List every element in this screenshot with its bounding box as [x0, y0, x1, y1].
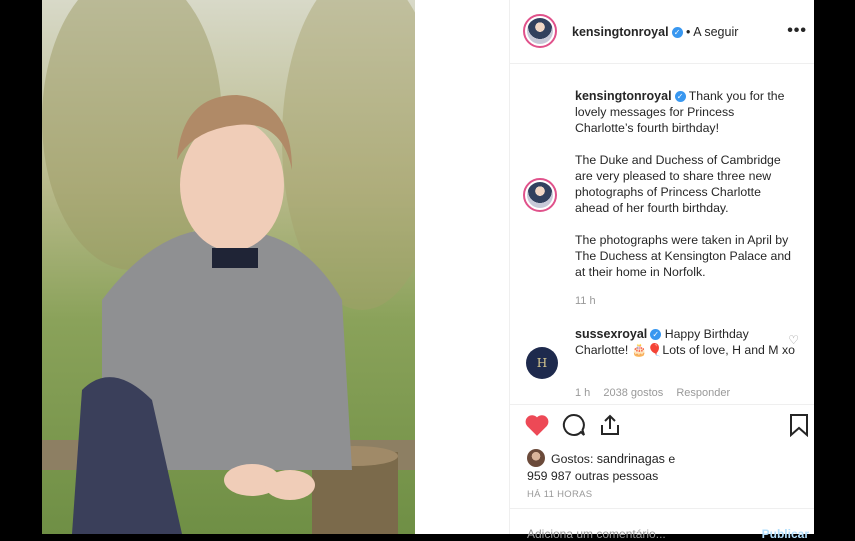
- post-panel: kensingtonroyal ✓ • A seguir ••• kensingt…: [509, 0, 815, 541]
- comment: sussexroyal ✓ Happy Birthday Charlotte! 🎂…: [575, 326, 795, 358]
- follow-button[interactable]: A seguir: [693, 25, 738, 39]
- caption-avatar[interactable]: [523, 178, 557, 212]
- comment-avatar[interactable]: H: [526, 347, 558, 379]
- caption: kensingtonroyal ✓ Thank you for the lovel…: [575, 88, 795, 296]
- liker-username[interactable]: sandrinagas: [597, 452, 665, 466]
- add-comment-row: Adiciona um comentário... Publicar: [510, 508, 815, 541]
- liker-avatar[interactable]: [527, 449, 545, 467]
- post-timestamp[interactable]: HÁ 11 HORAS: [527, 489, 592, 500]
- more-options-icon[interactable]: •••: [787, 22, 807, 40]
- comment-likes[interactable]: 2038 gostos: [603, 387, 663, 399]
- add-comment-input[interactable]: Adiciona um comentário...: [527, 527, 666, 541]
- page-right-background: [814, 0, 855, 534]
- caption-first-paragraph: kensingtonroyal ✓ Thank you for the lovel…: [575, 88, 795, 136]
- comment-meta: 1 h 2038 gostos Responder: [575, 387, 740, 399]
- page-gap: [415, 0, 509, 534]
- header-user-line: kensingtonroyal ✓ • A seguir: [572, 25, 738, 39]
- post-header: kensingtonroyal ✓ • A seguir •••: [510, 0, 815, 64]
- reply-button[interactable]: Responder: [676, 387, 730, 399]
- post-actions: Gostos: sandrinagas e 959 987 outras pes…: [510, 404, 815, 541]
- verified-icon: ✓: [650, 329, 662, 340]
- photo-image: [42, 0, 415, 534]
- caption-meta: 11 h: [575, 295, 606, 307]
- comment-username[interactable]: sussexroyal: [575, 327, 647, 341]
- likes-others[interactable]: 959 987 outras pessoas: [527, 469, 658, 483]
- verified-icon: ✓: [674, 91, 686, 102]
- caption-username[interactable]: kensingtonroyal: [575, 89, 672, 103]
- comment-like-heart-icon[interactable]: ♡: [788, 333, 799, 347]
- likes-summary: Gostos: sandrinagas e 959 987 outras pes…: [527, 449, 675, 485]
- share-icon[interactable]: [598, 413, 622, 442]
- heart-icon[interactable]: [524, 413, 550, 442]
- publish-button[interactable]: Publicar: [762, 527, 809, 541]
- author-username[interactable]: kensingtonroyal: [572, 25, 669, 39]
- likes-prefix: Gostos:: [551, 452, 597, 466]
- likes-conjunction: e: [664, 452, 676, 466]
- author-avatar[interactable]: [523, 14, 557, 48]
- verified-icon: ✓: [671, 27, 683, 38]
- bookmark-icon[interactable]: [789, 413, 809, 442]
- caption-paragraph-3: The photographs were taken in April by T…: [575, 233, 792, 279]
- header-separator: •: [686, 25, 691, 39]
- comments-area: kensingtonroyal ✓ Thank you for the lovel…: [510, 64, 815, 404]
- caption-time[interactable]: 11 h: [575, 295, 596, 307]
- comment-icon[interactable]: [561, 413, 587, 442]
- post-photo[interactable]: [42, 0, 415, 534]
- comment-time[interactable]: 1 h: [575, 387, 590, 399]
- caption-paragraph-2: The Duke and Duchess of Cambridge are ve…: [575, 153, 781, 215]
